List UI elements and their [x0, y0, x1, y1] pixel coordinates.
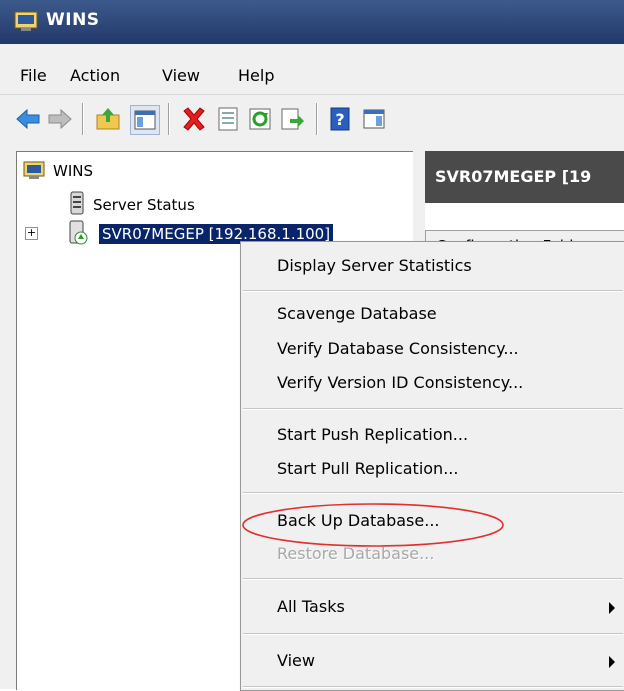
- menu-separator: [243, 633, 623, 635]
- menu-bar: File Action View Help: [0, 44, 624, 95]
- context-menu: Display Server Statistics Scavenge Datab…: [240, 241, 624, 691]
- server-status-icon: [70, 191, 84, 215]
- window-left-edge: [0, 151, 16, 689]
- menu-item-all-tasks[interactable]: All Tasks: [277, 597, 345, 616]
- annotation-ellipse: [242, 503, 504, 547]
- tree-item-server-status[interactable]: Server Status: [93, 196, 195, 214]
- help-icon[interactable]: ?: [326, 105, 354, 133]
- wins-app-icon: [14, 11, 38, 31]
- toolbar-separator: [82, 103, 84, 135]
- refresh-icon[interactable]: [246, 105, 274, 133]
- menu-help[interactable]: Help: [238, 66, 274, 85]
- menu-separator: [243, 686, 623, 688]
- results-pane-title: SVR07MEGEP [19: [435, 167, 592, 186]
- menu-item-scavenge-database[interactable]: Scavenge Database: [277, 304, 437, 323]
- menu-file[interactable]: File: [20, 66, 47, 85]
- menu-item-start-push-replication[interactable]: Start Push Replication...: [277, 425, 468, 444]
- tree-expander[interactable]: +: [25, 227, 38, 240]
- delete-icon[interactable]: [180, 105, 208, 133]
- up-folder-icon[interactable]: [94, 105, 122, 133]
- menu-item-verify-version-id-consistency[interactable]: Verify Version ID Consistency...: [277, 373, 523, 392]
- menu-item-verify-database-consistency[interactable]: Verify Database Consistency...: [277, 339, 519, 358]
- tree-root-wins[interactable]: WINS: [53, 162, 93, 180]
- submenu-arrow-icon: [609, 602, 615, 614]
- toolbar-separator: [316, 103, 318, 135]
- menu-action[interactable]: Action: [70, 66, 120, 85]
- wins-root-icon: [23, 161, 45, 179]
- svg-text:?: ?: [335, 110, 344, 129]
- submenu-arrow-icon: [609, 656, 615, 668]
- menu-item-display-server-statistics[interactable]: Display Server Statistics: [277, 256, 472, 275]
- properties-icon[interactable]: [214, 105, 242, 133]
- results-pane-header: SVR07MEGEP [19: [425, 151, 624, 203]
- back-icon[interactable]: [14, 105, 42, 133]
- menu-separator: [243, 578, 623, 580]
- menu-separator: [243, 492, 623, 494]
- menu-view[interactable]: View: [162, 66, 200, 85]
- menu-separator: [243, 408, 623, 410]
- menu-separator: [243, 290, 623, 292]
- window-title: WINS: [46, 10, 100, 30]
- wins-server-icon: [69, 220, 88, 245]
- title-bar: WINS: [0, 0, 624, 44]
- show-action-pane-icon[interactable]: [360, 105, 388, 133]
- export-list-icon[interactable]: [278, 105, 306, 133]
- toolbar-separator: [168, 103, 170, 135]
- toolbar: ?: [0, 95, 624, 145]
- menu-item-view[interactable]: View: [277, 651, 315, 670]
- menu-item-start-pull-replication[interactable]: Start Pull Replication...: [277, 459, 458, 478]
- forward-icon[interactable]: [46, 105, 74, 133]
- show-hide-tree-icon[interactable]: [130, 105, 160, 135]
